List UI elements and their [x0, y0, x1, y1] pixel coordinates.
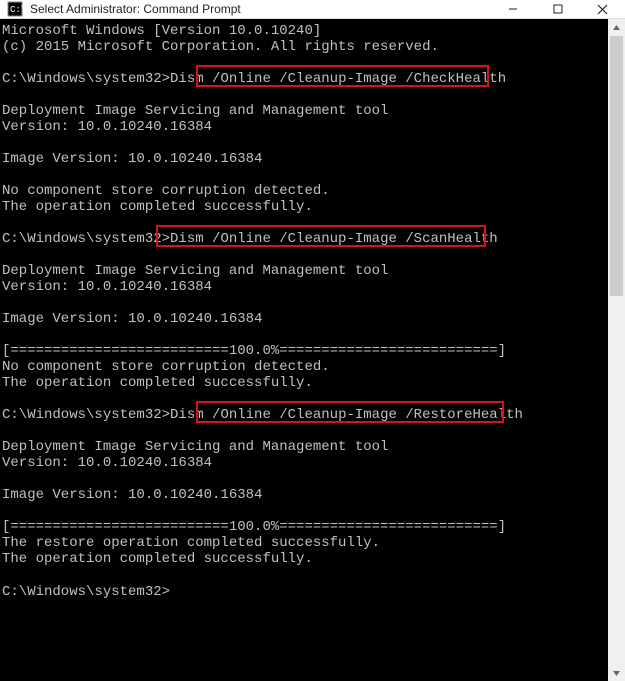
scroll-up-button[interactable]	[608, 19, 625, 36]
progress-bar: [==========================100.0%=======…	[2, 519, 506, 535]
line: The restore operation completed successf…	[2, 535, 380, 551]
line: The operation completed successfully.	[2, 375, 313, 391]
window-controls	[490, 0, 625, 18]
minimize-button[interactable]	[490, 0, 535, 18]
line: Image Version: 10.0.10240.16384	[2, 151, 262, 167]
svg-text:C:\: C:\	[10, 5, 23, 15]
cmd-highlighted: Dism /Online /Cleanup-Image /ScanHealth	[170, 231, 498, 247]
cmd-highlighted: /Online /Cleanup-Image /RestoreHealth	[212, 407, 523, 423]
progress-bar: [==========================100.0%=======…	[2, 343, 506, 359]
prompt: C:\Windows\system32>	[2, 584, 170, 600]
line: Version: 10.0.10240.16384	[2, 455, 212, 471]
line: Deployment Image Servicing and Managemen…	[2, 263, 388, 279]
window-title: Select Administrator: Command Prompt	[30, 2, 490, 16]
line: The operation completed successfully.	[2, 551, 313, 567]
titlebar[interactable]: C:\ Select Administrator: Command Prompt	[0, 0, 625, 19]
line: The operation completed successfully.	[2, 199, 313, 215]
scrollbar-track[interactable]	[608, 36, 625, 665]
prompt: C:\Windows\system32>	[2, 407, 170, 423]
terminal-output[interactable]: Microsoft Windows [Version 10.0.10240] (…	[0, 19, 608, 681]
terminal-area: Microsoft Windows [Version 10.0.10240] (…	[0, 19, 625, 681]
line: No component store corruption detected.	[2, 183, 330, 199]
line: Deployment Image Servicing and Managemen…	[2, 439, 388, 455]
prompt: C:\Windows\system32>	[2, 231, 170, 247]
scroll-down-button[interactable]	[608, 665, 625, 681]
vertical-scrollbar[interactable]	[608, 19, 625, 681]
prompt: C:\Windows\system32>	[2, 71, 170, 87]
line: Version: 10.0.10240.16384	[2, 279, 212, 295]
cmd-icon: C:\	[6, 0, 24, 18]
close-button[interactable]	[580, 0, 625, 18]
command-prompt-window: C:\ Select Administrator: Command Prompt…	[0, 0, 625, 609]
cursor	[170, 583, 178, 597]
line: No component store corruption detected.	[2, 359, 330, 375]
line: Deployment Image Servicing and Managemen…	[2, 103, 388, 119]
line: Version: 10.0.10240.16384	[2, 119, 212, 135]
line: Microsoft Windows [Version 10.0.10240]	[2, 23, 321, 39]
cmd-highlighted: /Online /Cleanup-Image /CheckHealth	[212, 71, 506, 87]
scrollbar-thumb[interactable]	[610, 36, 623, 296]
line: (c) 2015 Microsoft Corporation. All righ…	[2, 39, 439, 55]
maximize-button[interactable]	[535, 0, 580, 18]
line: Image Version: 10.0.10240.16384	[2, 487, 262, 503]
line: Image Version: 10.0.10240.16384	[2, 311, 262, 327]
cmd-part: Dism	[170, 71, 212, 87]
cmd-part: Dism	[170, 407, 212, 423]
